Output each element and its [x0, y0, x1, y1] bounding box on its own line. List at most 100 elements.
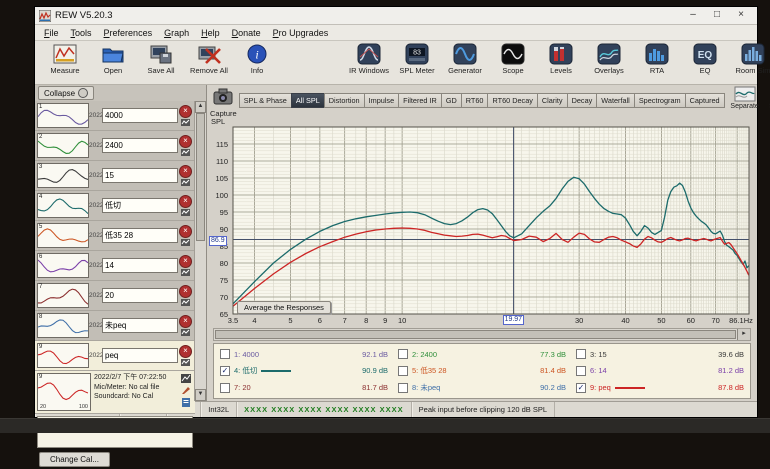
delete-measurement-icon[interactable]: ×	[179, 165, 192, 178]
scope-button[interactable]: Scope	[489, 43, 537, 75]
delete-measurement-icon[interactable]: ×	[179, 225, 192, 238]
freq-axis-scrollbar-thumb[interactable]	[215, 330, 736, 339]
legend-value: 92.1 dB	[362, 350, 388, 359]
legend-checkbox[interactable]	[220, 349, 230, 359]
measurement-row-1[interactable]: 12022/2/7×	[35, 101, 195, 131]
measurement-name-input[interactable]	[102, 228, 178, 243]
scroll-up-icon[interactable]: ▲	[195, 101, 206, 113]
eq-button[interactable]: EQEQ	[681, 43, 729, 75]
spl-chart[interactable]	[207, 117, 757, 328]
measurement-name-input[interactable]	[102, 258, 178, 273]
legend-checkbox[interactable]	[398, 383, 408, 393]
maximize-button[interactable]: □	[705, 8, 729, 23]
legend-checkbox[interactable]: ✓	[576, 383, 586, 393]
measurement-name-input[interactable]	[102, 348, 178, 363]
measurement-name-input[interactable]	[102, 168, 178, 183]
scroll-right-icon[interactable]: ▸	[737, 329, 750, 340]
minimize-button[interactable]: –	[681, 8, 705, 23]
measurement-row-2[interactable]: 22022/2/7×	[35, 131, 195, 161]
measurement-actions-icon[interactable]	[181, 299, 190, 306]
legend-checkbox[interactable]	[398, 366, 408, 376]
tab-clarity[interactable]: Clarity	[537, 93, 567, 108]
average-responses-button[interactable]: Average the Responses	[237, 301, 331, 314]
spl-meter-button[interactable]: 83SPL Meter	[393, 43, 441, 75]
tab-captured[interactable]: Captured	[685, 93, 725, 108]
tab-gd[interactable]: GD	[441, 93, 461, 108]
tab-rt60[interactable]: RT60	[461, 93, 488, 108]
levels-button[interactable]: Levels	[537, 43, 585, 75]
delete-measurement-icon[interactable]: ×	[179, 315, 192, 328]
measurement-actions-icon[interactable]	[181, 359, 190, 366]
overlays-button[interactable]: Overlays	[585, 43, 633, 75]
delete-measurement-icon[interactable]: ×	[179, 135, 192, 148]
measurement-actions-icon[interactable]	[181, 209, 190, 216]
save-all-button[interactable]: Save All	[137, 43, 185, 75]
measurement-row-5[interactable]: 52022/2/7×	[35, 221, 195, 251]
info-button[interactable]: iInfo	[233, 43, 281, 75]
freq-axis-scrollbar[interactable]: ▸	[213, 328, 751, 341]
delete-measurement-icon[interactable]: ×	[179, 255, 192, 268]
sidebar-scrollbar[interactable]: ▲ ▼	[194, 101, 206, 401]
measurement-actions-icon[interactable]	[181, 269, 190, 276]
menu-file[interactable]: File	[39, 28, 64, 38]
measurement-row-9[interactable]: 92022/2/7×	[35, 341, 195, 371]
change-cal-button[interactable]: Change Cal...	[39, 452, 110, 467]
measurement-actions-icon[interactable]	[181, 149, 190, 156]
measurement-name-input[interactable]	[102, 288, 178, 303]
measurement-actions-icon[interactable]	[181, 119, 190, 126]
measurement-name-input[interactable]	[102, 198, 178, 213]
room-sim-button[interactable]: Room Sim	[729, 43, 770, 75]
measurement-row-6[interactable]: 62022/2/7×	[35, 251, 195, 281]
save-measurement-icon[interactable]	[181, 374, 191, 383]
tab-rt60-decay[interactable]: RT60 Decay	[487, 93, 536, 108]
generator-button[interactable]: Generator	[441, 43, 489, 75]
menu-help[interactable]: Help	[196, 28, 225, 38]
rta-button[interactable]: RTA	[633, 43, 681, 75]
close-button[interactable]: ×	[729, 8, 753, 23]
tab-waterfall[interactable]: Waterfall	[596, 93, 634, 108]
menu-preferences[interactable]: Preferences	[99, 28, 158, 38]
separate-button[interactable]: Separate	[725, 86, 765, 111]
open-button[interactable]: Open	[89, 43, 137, 75]
measurement-name-input[interactable]	[102, 108, 178, 123]
sidebar-scrollbar-thumb[interactable]	[196, 113, 205, 241]
measurement-name-input[interactable]	[102, 318, 178, 333]
notes-icon[interactable]	[181, 398, 191, 407]
measurement-row-3[interactable]: 32022/2/7×	[35, 161, 195, 191]
measurement-actions-icon[interactable]	[181, 179, 190, 186]
delete-measurement-icon[interactable]: ×	[179, 285, 192, 298]
measurement-actions-icon[interactable]	[181, 239, 190, 246]
tab-filtered-ir[interactable]: Filtered IR	[398, 93, 441, 108]
measure-button[interactable]: Measure	[41, 43, 89, 75]
tab-impulse[interactable]: Impulse	[364, 93, 399, 108]
scrollbars-button[interactable]: Scrollbars	[765, 86, 770, 111]
edit-cal-icon[interactable]	[181, 386, 191, 395]
menu-pro-upgrades[interactable]: Pro Upgrades	[268, 28, 334, 38]
legend-checkbox[interactable]	[220, 383, 230, 393]
legend-checkbox[interactable]	[576, 366, 586, 376]
measurement-row-7[interactable]: 72022/2/7×	[35, 281, 195, 311]
measurement-actions-icon[interactable]	[181, 329, 190, 336]
delete-measurement-icon[interactable]: ×	[179, 195, 192, 208]
remove-all-button[interactable]: Remove All	[185, 43, 233, 75]
delete-measurement-icon[interactable]: ×	[179, 345, 192, 358]
legend-checkbox[interactable]	[398, 349, 408, 359]
measurement-name-input[interactable]	[102, 138, 178, 153]
scroll-down-icon[interactable]: ▼	[195, 389, 206, 401]
menu-graph[interactable]: Graph	[159, 28, 194, 38]
tab-all-spl[interactable]: All SPL	[291, 93, 324, 108]
menu-tools[interactable]: Tools	[66, 28, 97, 38]
collapse-button[interactable]: Collapse	[38, 86, 94, 100]
delete-measurement-icon[interactable]: ×	[179, 105, 192, 118]
legend-checkbox[interactable]	[576, 349, 586, 359]
ir-windows-button[interactable]: IR Windows	[345, 43, 393, 75]
measurement-row-4[interactable]: 42022/2/7×	[35, 191, 195, 221]
measurement-row-8[interactable]: 82022/2/7×	[35, 311, 195, 341]
capture-button[interactable]: Capture	[210, 86, 237, 118]
tab-spectrogram[interactable]: Spectrogram	[634, 93, 685, 108]
tab-spl-phase[interactable]: SPL & Phase	[239, 93, 291, 108]
menu-donate[interactable]: Donate	[227, 28, 266, 38]
tab-decay[interactable]: Decay	[567, 93, 597, 108]
tab-distortion[interactable]: Distortion	[324, 93, 364, 108]
legend-checkbox[interactable]: ✓	[220, 366, 230, 376]
